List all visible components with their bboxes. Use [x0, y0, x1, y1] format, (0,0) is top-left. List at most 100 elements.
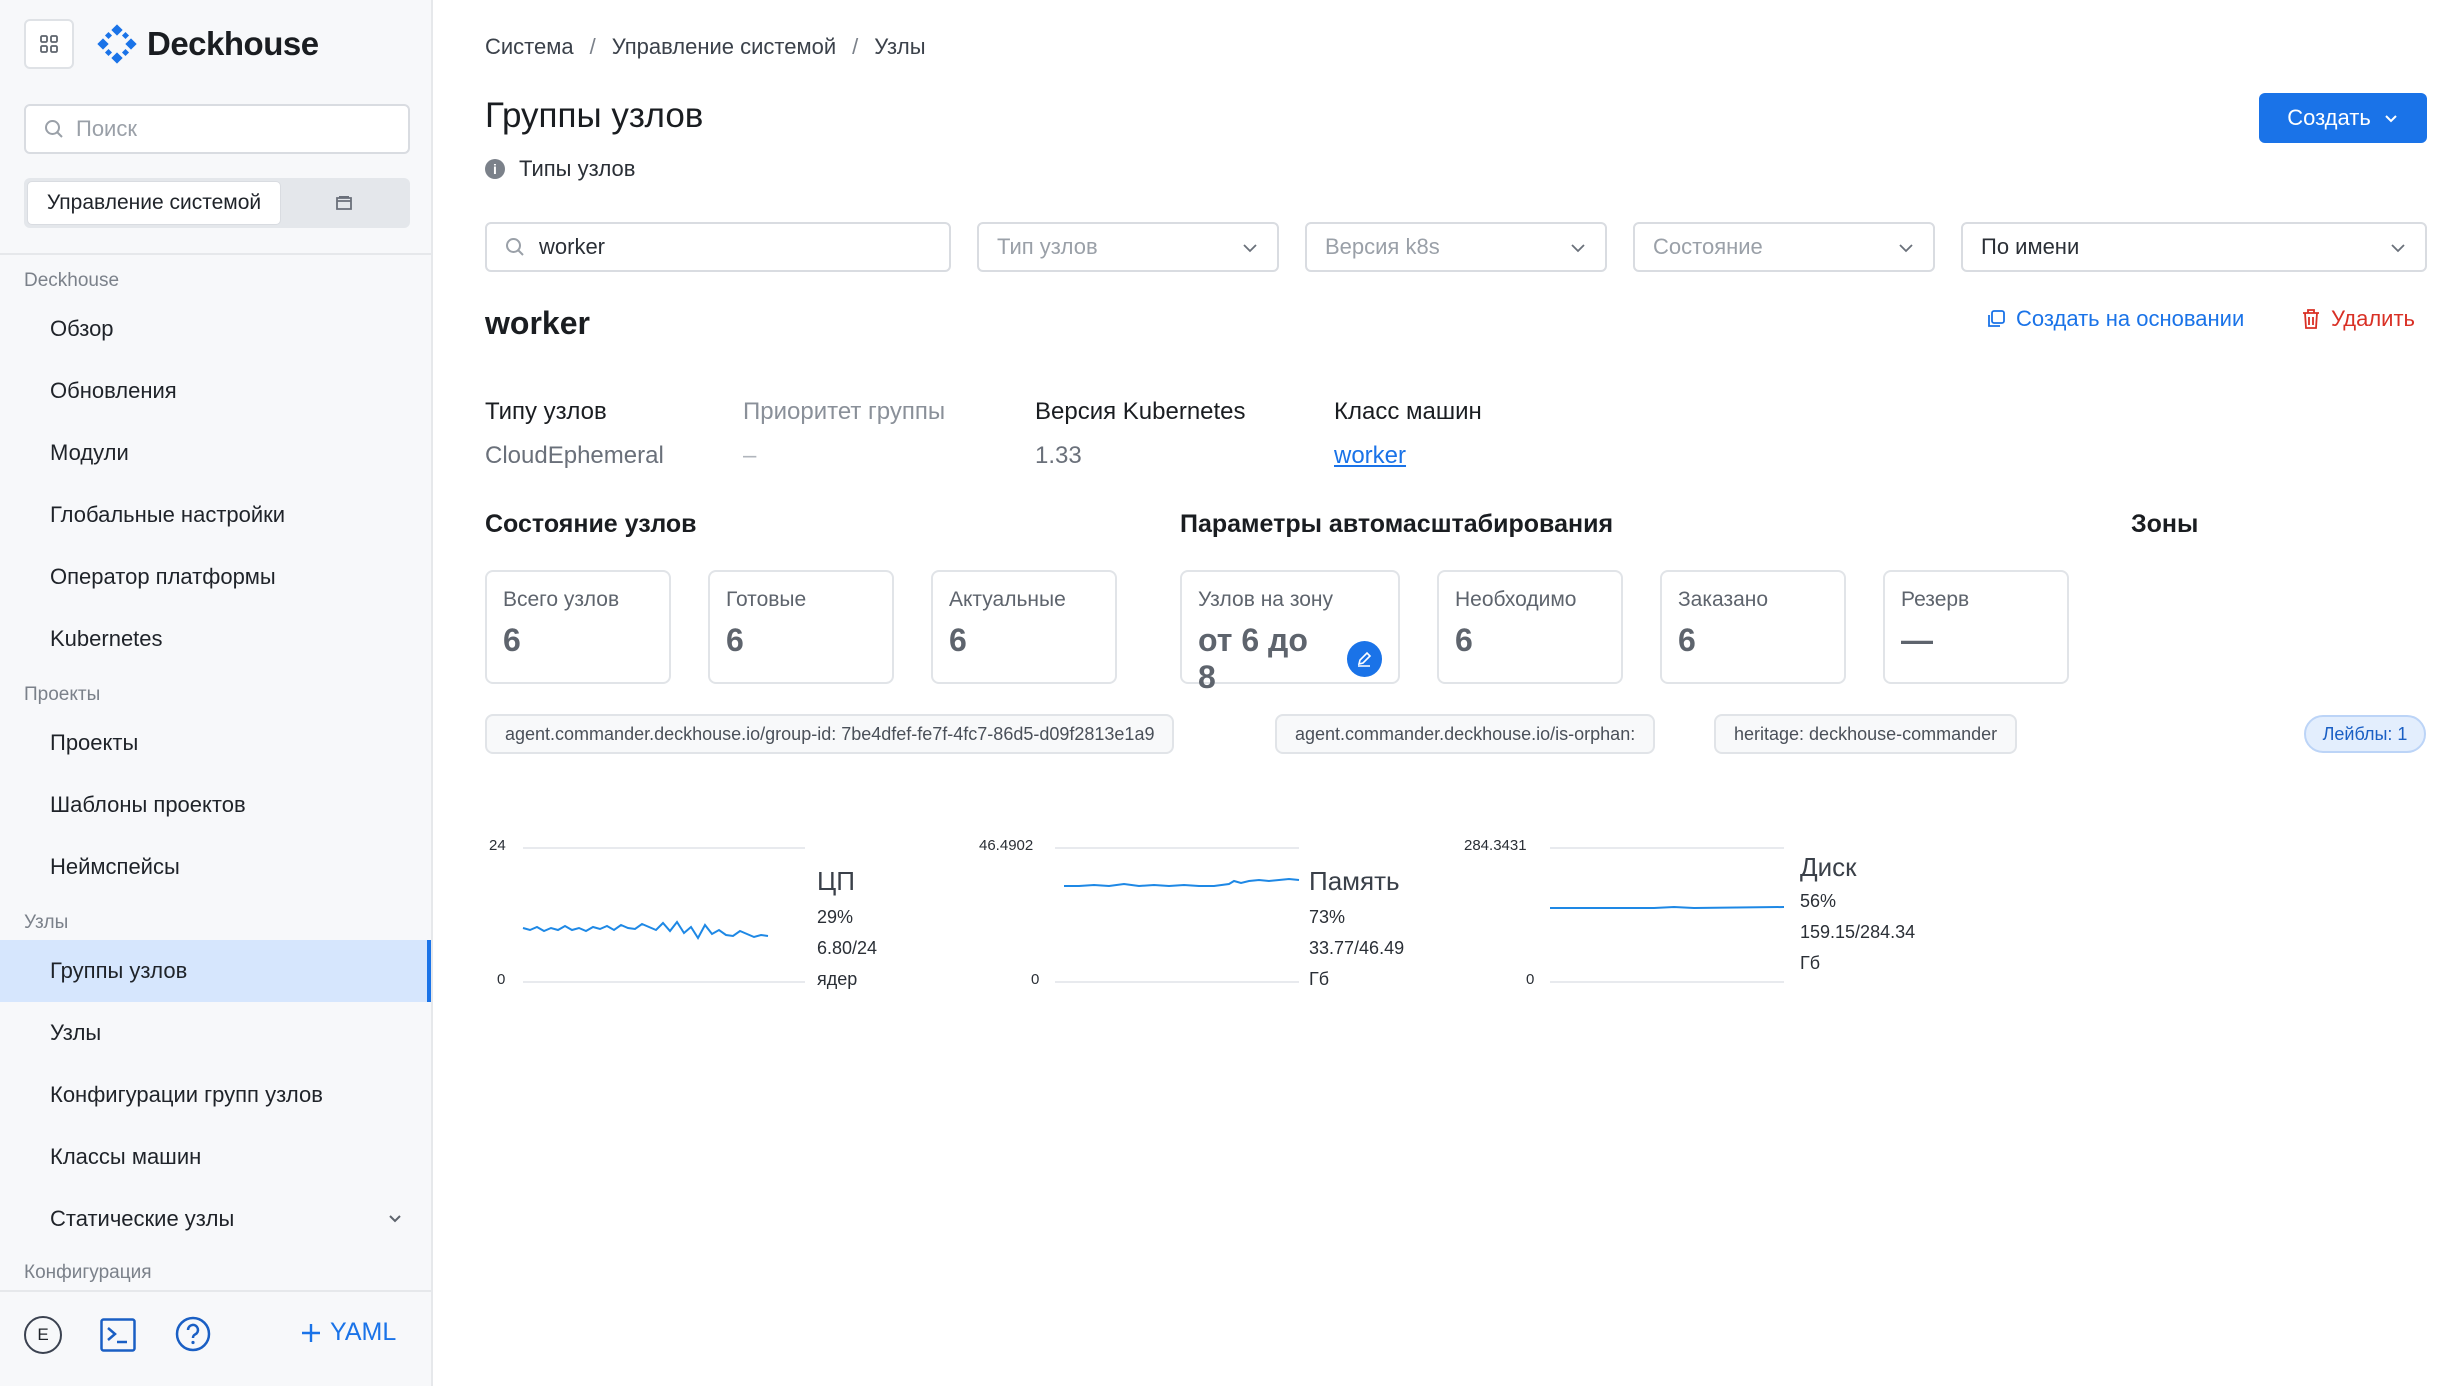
disk-chart-title: Диск [1800, 852, 1857, 882]
card-label: Необходимо [1455, 588, 1577, 611]
terminal-icon[interactable] [100, 1318, 136, 1352]
card-label: Узлов на зону [1198, 588, 1333, 611]
page-title: Группы узлов [485, 96, 704, 135]
prop-k8s-version-label: Версия Kubernetes [1035, 398, 1246, 425]
prop-priority: Приоритет группы – [743, 398, 945, 470]
nav-item-global-settings[interactable]: Глобальные настройки [0, 484, 431, 546]
deckhouse-logo[interactable]: Deckhouse [97, 22, 319, 66]
chevron-down-icon[interactable] [385, 1208, 405, 1228]
machine-class-link[interactable]: worker [1334, 442, 1482, 470]
cpu-chart: 24 0 ЦП 29% 6.80/24 ядер [485, 837, 877, 993]
segment-system-management[interactable]: Управление системой [27, 181, 281, 225]
help-icon[interactable] [175, 1316, 211, 1352]
breadcrumb-separator: / [852, 34, 859, 59]
breadcrumb-item-nodes[interactable]: Узлы [874, 34, 925, 60]
sidebar-divider [0, 253, 431, 255]
k8s-version-placeholder: Версия k8s [1325, 234, 1440, 259]
user-avatar[interactable]: E [24, 1316, 62, 1354]
search-icon [506, 238, 524, 256]
nav-item-node-groups[interactable]: Группы узлов [0, 940, 431, 1002]
disk-chart: 284.3431 0 Диск 56% 159.15/284.34 Гб [1464, 837, 1915, 993]
sort-value: По имени [1981, 234, 2080, 259]
grid-icon [40, 35, 58, 53]
k8s-version-select[interactable]: Версия k8s [1305, 222, 1607, 272]
apps-grid-button[interactable] [24, 19, 74, 69]
nav-section-deckhouse: Deckhouse [24, 270, 120, 291]
box-icon [336, 196, 352, 210]
nav-item-projects[interactable]: Проекты [0, 712, 431, 774]
breadcrumb-item-system[interactable]: Система [485, 34, 574, 60]
nav-section-nodes: Узлы [24, 912, 69, 933]
label-chip: heritage: deckhouse-commander [1714, 714, 2018, 754]
yaml-label: YAML [330, 1318, 397, 1346]
sidebar-segment-switch: Управление системой [24, 178, 410, 228]
cpu-axis-min: 0 [497, 971, 505, 988]
node-type-placeholder: Тип узлов [997, 234, 1098, 259]
copy-icon [1988, 310, 2005, 327]
nav-item-platform-operator[interactable]: Оператор платформы [0, 546, 431, 608]
segment-projects[interactable] [281, 181, 407, 225]
card-value: 6 [503, 622, 521, 658]
nav-item-modules[interactable]: Модули [0, 422, 431, 484]
labels-count-badge[interactable]: Лейблы: 1 [2304, 715, 2426, 753]
sidebar-nav: Deckhouse Обзор Обновления Модули Глобал… [0, 256, 431, 1290]
chevron-down-icon [1571, 244, 1585, 253]
disk-unit: Гб [1800, 953, 1821, 973]
zones-title: Зоны [2131, 510, 2199, 538]
prop-node-type-label: Типу узлов [485, 398, 607, 425]
card-value: 6 [1455, 622, 1473, 658]
card-ready-nodes: Готовые 6 [708, 570, 894, 684]
sort-select[interactable]: По имени [1961, 222, 2427, 272]
create-button[interactable]: Создать [2259, 93, 2427, 143]
sidebar-search-input[interactable] [76, 116, 396, 142]
state-placeholder: Состояние [1653, 234, 1763, 259]
name-search-field[interactable]: worker [485, 222, 951, 272]
chevron-down-icon [2385, 115, 2397, 123]
edit-nodes-per-zone-button[interactable] [1346, 641, 1382, 677]
trash-icon [2303, 309, 2319, 329]
prop-machine-class-label: Класс машин [1334, 398, 1482, 425]
cpu-usage: 6.80/24 ядер [817, 938, 878, 989]
nav-item-namespaces[interactable]: Неймспейсы [0, 836, 431, 898]
sidebar-search[interactable] [24, 104, 410, 154]
nav-item-node-group-configs[interactable]: Конфигурации групп узлов [0, 1064, 431, 1126]
nav-item-machine-classes[interactable]: Классы машин [0, 1126, 431, 1188]
node-state-title: Состояние узлов [485, 510, 697, 538]
memory-usage: 33.77/46.49 Гб [1309, 938, 1405, 989]
nav-item-nodes[interactable]: Узлы [0, 1002, 431, 1064]
node-type-select[interactable]: Тип узлов [977, 222, 1279, 272]
card-value: 6 [949, 622, 967, 658]
cpu-chart-title: ЦП [817, 866, 855, 896]
memory-sparkline: 46.4902 0 [979, 837, 1300, 988]
main-content: Система / Управление системой / Узлы Гру… [433, 0, 2464, 1386]
breadcrumb-separator: / [589, 34, 596, 59]
disk-percent: 56% [1800, 891, 1837, 911]
node-group-name[interactable]: worker [485, 305, 590, 342]
state-select[interactable]: Состояние [1633, 222, 1935, 272]
page-subtitle-text: Типы узлов [519, 156, 636, 181]
disk-chart-details: 56% 159.15/284.34 Гб [1800, 886, 1915, 979]
nav-item-kubernetes[interactable]: Kubernetes [0, 608, 431, 670]
breadcrumb-item-system-management[interactable]: Управление системой [612, 34, 836, 60]
chevron-down-icon [2391, 244, 2405, 253]
card-actual-nodes: Актуальные 6 [931, 570, 1117, 684]
memory-chart-details: 73% 33.77/46.49 Гб [1309, 902, 1404, 995]
disk-axis-max: 284.3431 [1464, 837, 1527, 854]
card-required: Необходимо 6 [1437, 570, 1623, 684]
sidebar: Deckhouse Управление системой Deckhouse … [0, 0, 433, 1386]
nav-section-projects: Проекты [24, 684, 101, 705]
nav-item-updates[interactable]: Обновления [0, 360, 431, 422]
nav-item-project-templates[interactable]: Шаблоны проектов [0, 774, 431, 836]
memory-chart-title: Память [1309, 866, 1400, 896]
create-from-button[interactable]: Создать на основании [1986, 306, 2244, 332]
card-nodes-per-zone: Узлов на зону от 6 до 8 [1180, 570, 1400, 695]
info-icon[interactable]: i [485, 159, 505, 179]
memory-axis-max: 46.4902 [979, 837, 1033, 854]
nav-item-static-nodes-label: Статические узлы [50, 1206, 235, 1231]
cpu-chart-details: 29% 6.80/24 ядер [817, 902, 877, 995]
card-label: Актуальные [949, 588, 1066, 611]
create-yaml-button[interactable]: YAML [300, 1318, 396, 1347]
nav-item-static-nodes[interactable]: Статические узлы [0, 1188, 431, 1250]
nav-item-overview[interactable]: Обзор [0, 298, 431, 360]
delete-button[interactable]: Удалить [2301, 306, 2415, 332]
